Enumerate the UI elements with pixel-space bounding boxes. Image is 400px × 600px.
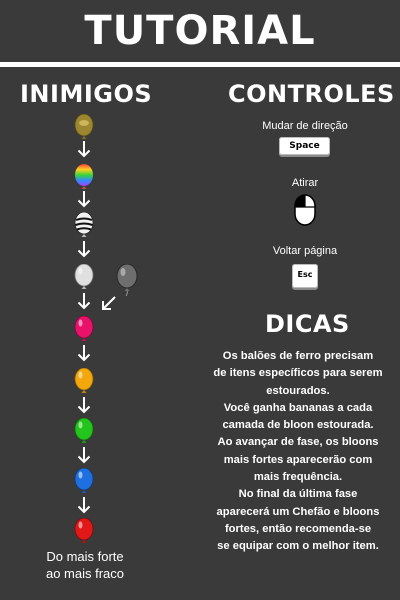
white-bloon-icon <box>74 264 94 289</box>
down-arrow-icon <box>77 141 91 158</box>
change-direction-label: Mudar de direção <box>262 120 348 132</box>
shoot-label: Atirar <box>291 177 319 189</box>
tip-line: Ao avançar de fase, os bloons <box>217 436 379 449</box>
tip-line: No final da última fase <box>238 488 358 501</box>
down-arrow-icon <box>77 447 91 464</box>
order-caption-line-2: ao mais fraco <box>45 566 125 581</box>
tip-line: fortes, então recomenda-se <box>224 522 372 535</box>
tip-line: camada de bloon estourada. <box>222 419 374 432</box>
tip-line: se equipar com o melhor item. <box>217 540 379 553</box>
pink-bloon-icon <box>74 316 94 341</box>
tip-line: estourados. <box>266 384 330 397</box>
order-caption-line-1: Do mais forte <box>46 549 124 564</box>
zebra-bloon-icon <box>74 212 94 237</box>
down-arrow-icon <box>77 191 91 208</box>
mouse-left-click-icon <box>294 194 316 226</box>
tip-line: mais frequência. <box>253 471 343 484</box>
tip-line: de itens específicos para serem <box>213 367 383 380</box>
tip-line: Os balões de ferro precisam <box>222 350 374 362</box>
diagonal-arrow-icon <box>102 296 116 310</box>
esc-key: Esc <box>292 264 318 288</box>
down-arrow-icon <box>77 293 91 310</box>
down-arrow-icon <box>77 397 91 414</box>
tips-text: Os balões de ferro precisam de itens espe… <box>203 348 393 556</box>
tip-line: Você ganha bananas a cada <box>223 401 373 414</box>
black-bloon-icon <box>116 264 138 296</box>
order-caption: Do mais forte ao mais fraco <box>20 548 150 582</box>
down-arrow-icon <box>77 497 91 514</box>
tip-line: aparecerá um Chefão e bloons <box>216 505 380 518</box>
red-bloon-icon <box>74 518 94 543</box>
controls-heading: CONTROLES <box>228 80 395 108</box>
blue-bloon-icon <box>74 468 94 493</box>
tip-line: mais fortes aparecerão com <box>223 453 373 466</box>
space-key: Space <box>279 137 330 155</box>
tips-heading: DICAS <box>265 310 350 338</box>
title-divider <box>0 62 400 67</box>
back-page-label: Voltar página <box>272 245 338 257</box>
down-arrow-icon <box>77 241 91 258</box>
enemies-heading: INIMIGOS <box>20 80 153 108</box>
page-title: TUTORIAL <box>84 8 316 54</box>
down-arrow-icon <box>77 345 91 362</box>
green-bloon-icon <box>74 418 94 443</box>
yellow-bloon-icon <box>74 368 94 393</box>
